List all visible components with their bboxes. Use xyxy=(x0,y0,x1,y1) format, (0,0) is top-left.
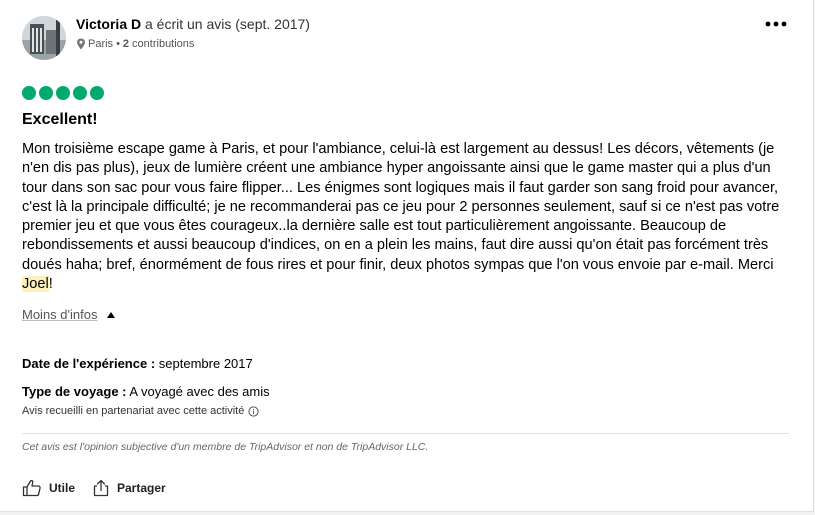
experience-date-value: septembre 2017 xyxy=(158,356,253,371)
meta-separator: • xyxy=(116,38,120,50)
share-icon xyxy=(93,479,109,497)
review-card: Victoria D a écrit un avis (sept. 2017) … xyxy=(0,0,814,512)
share-label: Partager xyxy=(117,481,166,495)
rating-bubble xyxy=(39,86,53,100)
review-action-text: a écrit un avis (sept. 2017) xyxy=(145,16,310,32)
show-less-label: Moins d'infos xyxy=(22,307,98,322)
avatar-photo xyxy=(22,16,66,60)
trip-type-value: A voyagé avec des amis xyxy=(129,384,270,399)
info-icon[interactable] xyxy=(248,405,259,417)
show-less-toggle[interactable]: Moins d'infos xyxy=(22,307,116,322)
review-title[interactable]: Excellent! xyxy=(22,111,98,129)
location-pin-icon xyxy=(77,38,85,50)
divider xyxy=(22,433,789,434)
review-text-end: ! xyxy=(48,276,53,293)
rating-bubble xyxy=(73,86,87,100)
experience-date: Date de l'expérience : septembre 2017 xyxy=(22,356,253,371)
rating-bubble xyxy=(22,86,36,100)
review-header: Victoria D a écrit un avis (sept. 2017) xyxy=(76,16,310,32)
review-text: Mon troisième escape game à Paris, et po… xyxy=(22,141,780,273)
trip-type-label: Type de voyage : xyxy=(22,384,127,399)
helpful-button[interactable]: Utile xyxy=(22,479,75,497)
partner-note-text: Avis recueilli en partenariat avec cette… xyxy=(22,405,245,417)
partner-note: Avis recueilli en partenariat avec cette… xyxy=(22,405,259,417)
helpful-label: Utile xyxy=(49,481,76,495)
review-body: Mon troisième escape game à Paris, et po… xyxy=(22,140,792,294)
disclaimer: Cet avis est l'opinion subjective d'un m… xyxy=(22,441,429,453)
contributions-label: contributions xyxy=(132,38,195,50)
rating-bubbles xyxy=(22,86,104,100)
contributions-count: 2 xyxy=(122,38,130,50)
rating-bubble xyxy=(90,86,104,100)
more-options-button[interactable] xyxy=(764,14,788,34)
share-button[interactable]: Partager xyxy=(92,479,166,497)
author-meta: Paris • 2 contributions xyxy=(76,38,194,50)
author-name[interactable]: Victoria D xyxy=(76,16,141,32)
rating-bubble xyxy=(56,86,70,100)
highlighted-word: Joel xyxy=(22,276,49,293)
caret-up-icon xyxy=(107,311,116,318)
experience-date-label: Date de l'expérience : xyxy=(22,356,156,371)
trip-type: Type de voyage : A voyagé avec des amis xyxy=(22,384,270,399)
three-dots-icon xyxy=(765,21,787,27)
avatar[interactable] xyxy=(22,16,66,60)
thumbs-up-icon xyxy=(22,479,41,497)
author-location: Paris xyxy=(88,38,114,50)
